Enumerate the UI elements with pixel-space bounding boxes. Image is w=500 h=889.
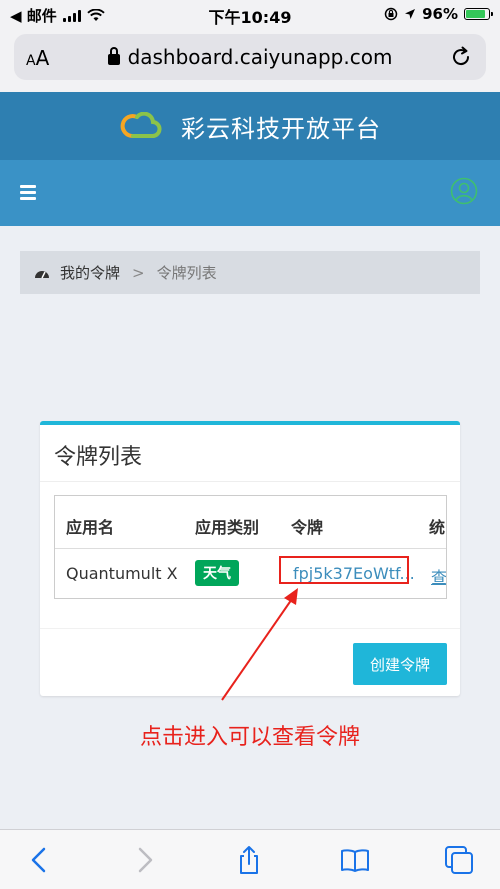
lock-icon (107, 47, 120, 65)
stats-link[interactable]: 查 (431, 564, 446, 588)
app-name-cell: Quantumult X (66, 564, 178, 583)
cloud-logo-icon (120, 112, 162, 139)
forward-icon[interactable] (128, 844, 160, 876)
card-header-divider (40, 481, 460, 482)
create-token-button[interactable]: 创建令牌 (353, 643, 447, 685)
breadcrumb-separator: > (132, 263, 145, 282)
browser-toolbar (0, 829, 500, 889)
category-badge: 天气 (195, 560, 239, 586)
breadcrumb: 我的令牌 > 令牌列表 (20, 251, 480, 294)
table-header-divider (55, 548, 446, 549)
url-bar[interactable]: AA dashboard.caiyunapp.com (14, 34, 486, 80)
token-highlight-box (279, 556, 409, 584)
column-header-token: 令牌 (291, 518, 324, 537)
status-bar: ◀ 邮件 下午10:49 96% (0, 0, 500, 28)
back-icon[interactable] (24, 844, 56, 876)
breadcrumb-current: 令牌列表 (156, 264, 217, 282)
url-display[interactable]: dashboard.caiyunapp.com (14, 45, 486, 69)
card-footer-divider (40, 628, 460, 629)
bookmarks-icon[interactable] (339, 844, 371, 876)
share-icon[interactable] (233, 844, 265, 876)
battery-icon (464, 8, 493, 20)
user-account-icon[interactable] (450, 177, 478, 205)
site-header: 彩云科技开放平台 (0, 92, 500, 160)
tabs-icon[interactable] (443, 844, 475, 876)
annotation-text: 点击进入可以查看令牌 (139, 725, 360, 750)
card-title: 令牌列表 (54, 445, 143, 470)
breadcrumb-home[interactable]: 我的令牌 (60, 262, 120, 283)
menu-icon[interactable] (20, 185, 36, 200)
status-right: 96% (384, 5, 493, 23)
browser-url-area: AA dashboard.caiyunapp.com (0, 28, 500, 92)
location-icon (405, 9, 416, 19)
site-title: 彩云科技开放平台 (181, 114, 381, 143)
nav-bar (0, 160, 500, 226)
reload-icon[interactable] (448, 44, 474, 70)
rotation-lock-icon (384, 7, 398, 21)
url-text: dashboard.caiyunapp.com (127, 45, 393, 69)
battery-percent: 96% (422, 5, 458, 23)
column-header-app-name: 应用名 (66, 518, 115, 537)
column-header-stats: 统 (429, 518, 446, 537)
dashboard-icon (35, 270, 49, 278)
column-header-category: 应用类别 (195, 518, 260, 537)
